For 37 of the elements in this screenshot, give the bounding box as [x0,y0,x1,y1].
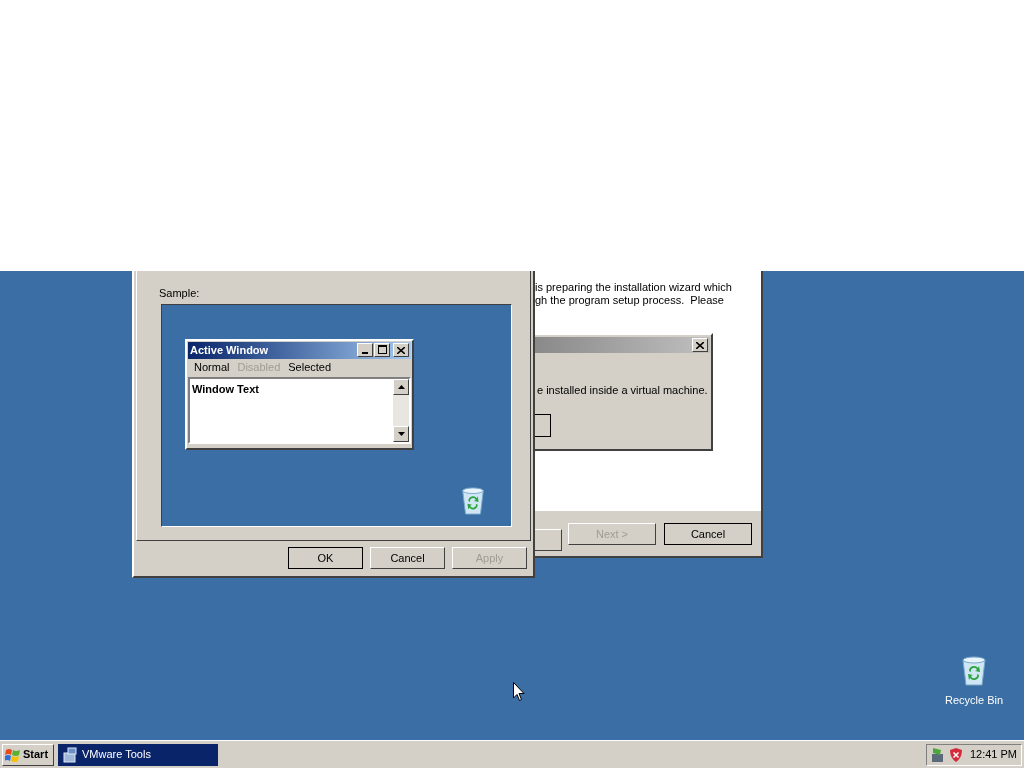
preview-window-title: Active Window [190,342,269,358]
minimize-icon [362,352,368,354]
wizard-text: gh the program setup process. Please [535,294,725,307]
wizard-button[interactable] [535,529,562,551]
dialog-button[interactable]: Cancel [370,547,445,569]
up-arrow-icon [397,384,405,389]
start-button[interactable]: Start [2,743,54,766]
close-icon [696,341,704,349]
taskbar-button[interactable]: VMware Tools [58,743,218,766]
dialog-button[interactable] [535,414,551,437]
minimize-button[interactable] [357,343,373,357]
down-arrow-icon [397,431,405,436]
cursor-icon [513,682,525,702]
installer-icon [62,746,78,763]
maximize-icon [377,345,387,354]
scrollbar[interactable] [393,378,409,442]
sample-label: Sample: [159,286,201,301]
wizard-button[interactable]: Cancel [664,523,752,545]
shield-icon[interactable] [949,746,963,763]
menu-item[interactable]: Selected [287,359,333,376]
close-icon [397,346,405,354]
vmware-tray-icon[interactable] [931,746,945,763]
maximize-button[interactable] [374,343,390,357]
scroll-up-button[interactable] [393,378,409,395]
wizard-text: is preparing the installation wizard which [535,281,733,294]
scroll-down-button[interactable] [393,425,409,442]
menu-item[interactable]: Normal [193,359,231,376]
message-text: e installed inside a virtual machine. [537,384,708,396]
recycle-bin-icon[interactable] [459,485,487,516]
dialog-button[interactable]: OK [288,547,363,569]
recycle-bin-icon[interactable] [959,655,989,687]
desktop-icon-label[interactable]: Recycle Bin [944,692,1004,709]
close-button[interactable] [393,343,409,357]
windows-logo-icon [5,747,21,762]
close-button[interactable] [692,338,708,352]
clock[interactable]: 12:41 PM [969,746,1017,763]
window-text: Window Text [191,381,260,397]
